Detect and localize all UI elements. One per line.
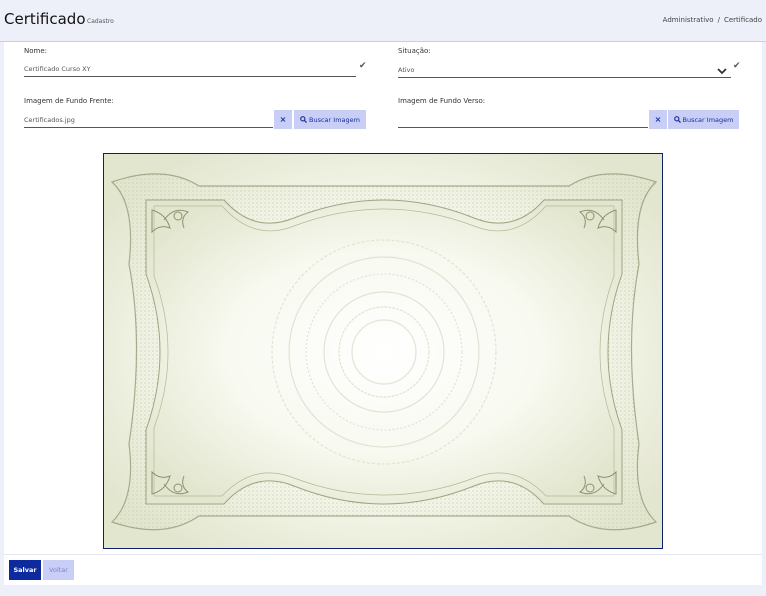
verso-search-label: Buscar Imagem xyxy=(682,115,734,124)
breadcrumb: Administrativo / Certificado xyxy=(663,16,762,24)
certificate-preview xyxy=(103,153,663,549)
frente-search-label: Buscar Imagem xyxy=(309,115,360,124)
search-icon xyxy=(300,116,307,123)
page-subtitle: Cadastro xyxy=(87,18,114,25)
chevron-down-icon[interactable] xyxy=(717,67,727,75)
frente-field[interactable]: Certificados.jpg xyxy=(24,114,273,128)
search-icon xyxy=(673,116,681,123)
nome-value: Certificado Curso XY xyxy=(24,65,91,73)
breadcrumb-separator: / xyxy=(717,16,720,24)
save-button[interactable]: Salvar xyxy=(9,560,41,580)
certificate-ornament-image xyxy=(104,154,662,548)
frente-label: Imagem de Fundo Frente: xyxy=(24,97,114,105)
close-icon: × xyxy=(654,115,662,124)
situacao-select[interactable]: Ativo xyxy=(398,64,731,78)
page-header: Certificado Cadastro Administrativo / Cert… xyxy=(0,0,766,42)
situacao-value: Ativo xyxy=(398,66,415,74)
breadcrumb-item-certificado: Certificado xyxy=(723,16,762,24)
check-icon: ✔ xyxy=(359,61,367,71)
check-icon: ✔ xyxy=(733,61,741,71)
frente-clear-button[interactable]: × xyxy=(274,110,292,129)
form-footer: Salvar Voltar xyxy=(4,554,762,585)
verso-field[interactable] xyxy=(398,114,648,128)
back-button[interactable]: Voltar xyxy=(43,560,74,580)
frente-search-button[interactable]: Buscar Imagem xyxy=(294,110,366,129)
verso-clear-button[interactable]: × xyxy=(649,110,667,129)
verso-search-button[interactable]: Buscar Imagem xyxy=(668,110,739,129)
nome-label: Nome: xyxy=(24,47,48,55)
situacao-label: Situação: xyxy=(398,47,431,55)
frente-value: Certificados.jpg xyxy=(24,116,75,124)
nome-field[interactable]: Certificado Curso XY xyxy=(24,63,356,77)
verso-label: Imagem de Fundo Verso: xyxy=(398,97,486,105)
page-title: Certificado xyxy=(4,10,86,28)
close-icon: × xyxy=(279,115,287,124)
form-card: Nome: Certificado Curso XY ✔ Situação: A… xyxy=(4,42,762,585)
breadcrumb-item-administrativo[interactable]: Administrativo xyxy=(663,16,714,24)
